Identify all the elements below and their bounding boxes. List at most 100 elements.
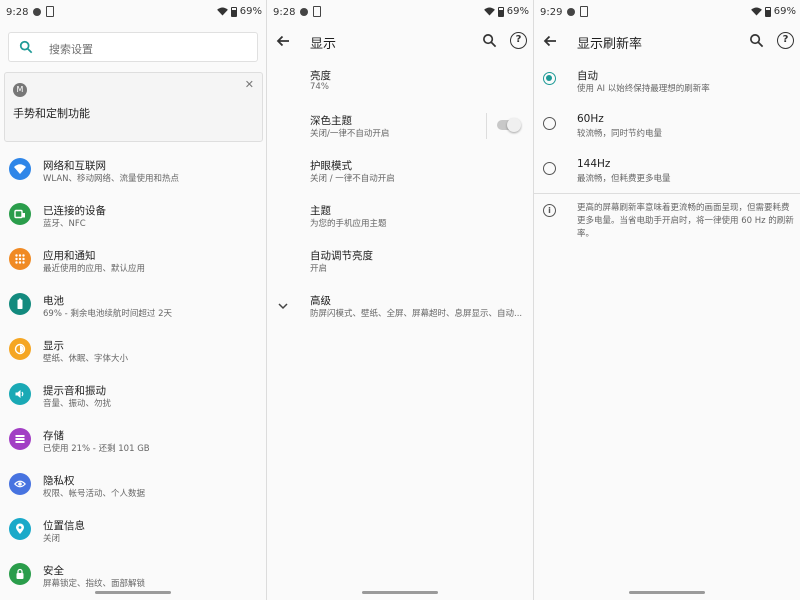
display-item-advanced[interactable]: 高级 防屏闪模式、壁纸、全屏、屏幕超时、息屏显示、自动... <box>267 293 533 333</box>
option-subtitle: 最流畅，但耗费更多电量 <box>577 174 671 184</box>
status-time: 9:29 <box>540 7 563 18</box>
gesture-nav-bar[interactable] <box>629 591 705 594</box>
privacy-icon <box>9 473 31 495</box>
info-icon: i <box>543 204 556 217</box>
battery-status-icon <box>497 6 504 17</box>
settings-item-title: 网络和互联网 <box>43 160 106 172</box>
refresh-option-auto[interactable]: 自动 使用 AI 以始终保持最理想的刷新率 <box>534 68 800 108</box>
settings-item-battery[interactable]: 电池 69% - 剩余电池续航时间超过 2天 <box>0 289 266 334</box>
status-bar: 9:28 69% <box>267 0 533 24</box>
settings-item-subtitle: 壁纸、休眠、字体大小 <box>43 354 129 364</box>
status-right: 69% <box>216 6 262 17</box>
search-icon <box>19 40 33 54</box>
gesture-nav-bar[interactable] <box>362 591 438 594</box>
settings-item-display[interactable]: 显示 壁纸、休眠、字体大小 <box>0 334 266 379</box>
section-divider <box>534 193 800 194</box>
back-arrow-icon[interactable] <box>275 33 291 49</box>
brightness-icon <box>9 338 31 360</box>
item-title: 自动调节亮度 <box>310 250 373 262</box>
volume-icon <box>9 383 31 405</box>
top-app-bar: 显示刷新率 ? <box>534 24 800 58</box>
settings-item-title: 位置信息 <box>43 520 85 532</box>
refresh-option-144hz[interactable]: 144Hz 最流畅，但耗费更多电量 <box>534 158 800 198</box>
item-subtitle: 关闭 / 一律不自动开启 <box>310 174 395 184</box>
item-title: 主题 <box>310 205 331 217</box>
display-item-brightness[interactable]: 亮度 74% <box>267 68 533 108</box>
item-title: 深色主题 <box>310 115 352 127</box>
settings-item-title: 存储 <box>43 430 64 442</box>
display-screen: 9:28 69% 显示 ? 亮度 74% 深色主题 关闭/一律不自动开启 护眼模… <box>267 0 533 600</box>
display-item-theme[interactable]: 主题 为您的手机应用主题 <box>267 203 533 243</box>
settings-item-privacy[interactable]: 隐私权 权限、帐号活动、个人数据 <box>0 469 266 514</box>
settings-item-subtitle: 最近使用的应用、默认应用 <box>43 264 146 274</box>
item-title: 护眼模式 <box>310 160 352 172</box>
back-arrow-icon[interactable] <box>542 33 558 49</box>
location-icon <box>9 518 31 540</box>
chevron-down-icon <box>278 303 288 310</box>
status-time: 9:28 <box>6 7 29 18</box>
gesture-nav-bar[interactable] <box>95 591 171 594</box>
settings-item-sound[interactable]: 提示音和振动 音量、振动、勿扰 <box>0 379 266 424</box>
refresh-option-60hz[interactable]: 60Hz 较流畅，同时节约电量 <box>534 113 800 153</box>
battery-percent: 69% <box>506 6 529 17</box>
settings-item-subtitle: 关闭 <box>43 534 61 544</box>
settings-item-storage[interactable]: 存储 已使用 21% - 还剩 101 GB <box>0 424 266 469</box>
item-title: 高级 <box>310 295 331 307</box>
settings-item-subtitle: 音量、振动、勿扰 <box>43 399 112 409</box>
notification-dot-icon <box>567 8 575 16</box>
item-subtitle: 为您的手机应用主题 <box>310 219 387 229</box>
vertical-divider <box>486 113 487 139</box>
search-icon[interactable] <box>749 33 764 48</box>
wifi-status-icon <box>216 7 228 16</box>
apps-icon <box>9 248 31 270</box>
item-subtitle: 开启 <box>310 264 328 274</box>
sim-icon <box>580 6 588 17</box>
display-item-dark-theme[interactable]: 深色主题 关闭/一律不自动开启 <box>267 113 533 153</box>
settings-item-location[interactable]: 位置信息 关闭 <box>0 514 266 559</box>
status-time: 9:28 <box>273 7 296 18</box>
dark-theme-toggle[interactable] <box>497 118 521 132</box>
refresh-rate-note: 更高的屏幕刷新率意味着更流畅的画面呈现，但需要耗费更多电量。当省电助手开启时，将… <box>577 203 794 239</box>
wifi-icon <box>9 158 31 180</box>
status-bar: 9:29 69% <box>534 0 800 24</box>
settings-item-title: 应用和通知 <box>43 250 96 262</box>
close-icon[interactable]: ✕ <box>245 78 254 91</box>
battery-percent: 69% <box>239 6 262 17</box>
battery-status-icon <box>764 6 771 17</box>
motorola-logo-icon: M <box>13 83 27 97</box>
devices-icon <box>9 203 31 225</box>
radio-button[interactable] <box>543 162 556 175</box>
search-placeholder: 搜索设置 <box>49 43 93 56</box>
page-title: 显示 <box>310 37 337 52</box>
battery-icon <box>9 293 31 315</box>
settings-item-title: 提示音和振动 <box>43 385 106 397</box>
item-subtitle: 防屏闪模式、壁纸、全屏、屏幕超时、息屏显示、自动... <box>310 309 523 319</box>
search-input[interactable]: 搜索设置 <box>8 32 258 62</box>
suggestion-card[interactable]: M ✕ 手势和定制功能 <box>4 72 263 142</box>
wifi-status-icon <box>483 7 495 16</box>
settings-item-title: 隐私权 <box>43 475 75 487</box>
status-bar: 9:28 69% <box>0 0 266 24</box>
radio-button-selected[interactable] <box>543 72 556 85</box>
sim-icon <box>46 6 54 17</box>
storage-icon <box>9 428 31 450</box>
display-item-eye-care[interactable]: 护眼模式 关闭 / 一律不自动开启 <box>267 158 533 198</box>
settings-item-network[interactable]: 网络和互联网 WLAN、移动网络、流量使用和热点 <box>0 154 266 199</box>
display-item-auto-brightness[interactable]: 自动调节亮度 开启 <box>267 248 533 288</box>
settings-item-subtitle: 已使用 21% - 还剩 101 GB <box>43 444 150 454</box>
radio-button[interactable] <box>543 117 556 130</box>
help-icon[interactable]: ? <box>777 32 794 49</box>
settings-item-devices[interactable]: 已连接的设备 蓝牙、NFC <box>0 199 266 244</box>
settings-item-title: 安全 <box>43 565 64 577</box>
status-right: 69% <box>483 6 529 17</box>
settings-item-title: 已连接的设备 <box>43 205 106 217</box>
lock-icon <box>9 563 31 585</box>
search-icon[interactable] <box>482 33 497 48</box>
settings-item-apps[interactable]: 应用和通知 最近使用的应用、默认应用 <box>0 244 266 289</box>
help-icon[interactable]: ? <box>510 32 527 49</box>
item-subtitle: 74% <box>310 82 329 92</box>
sim-icon <box>313 6 321 17</box>
option-subtitle: 使用 AI 以始终保持最理想的刷新率 <box>577 84 710 94</box>
battery-percent: 69% <box>773 6 796 17</box>
page-title: 显示刷新率 <box>577 37 643 52</box>
